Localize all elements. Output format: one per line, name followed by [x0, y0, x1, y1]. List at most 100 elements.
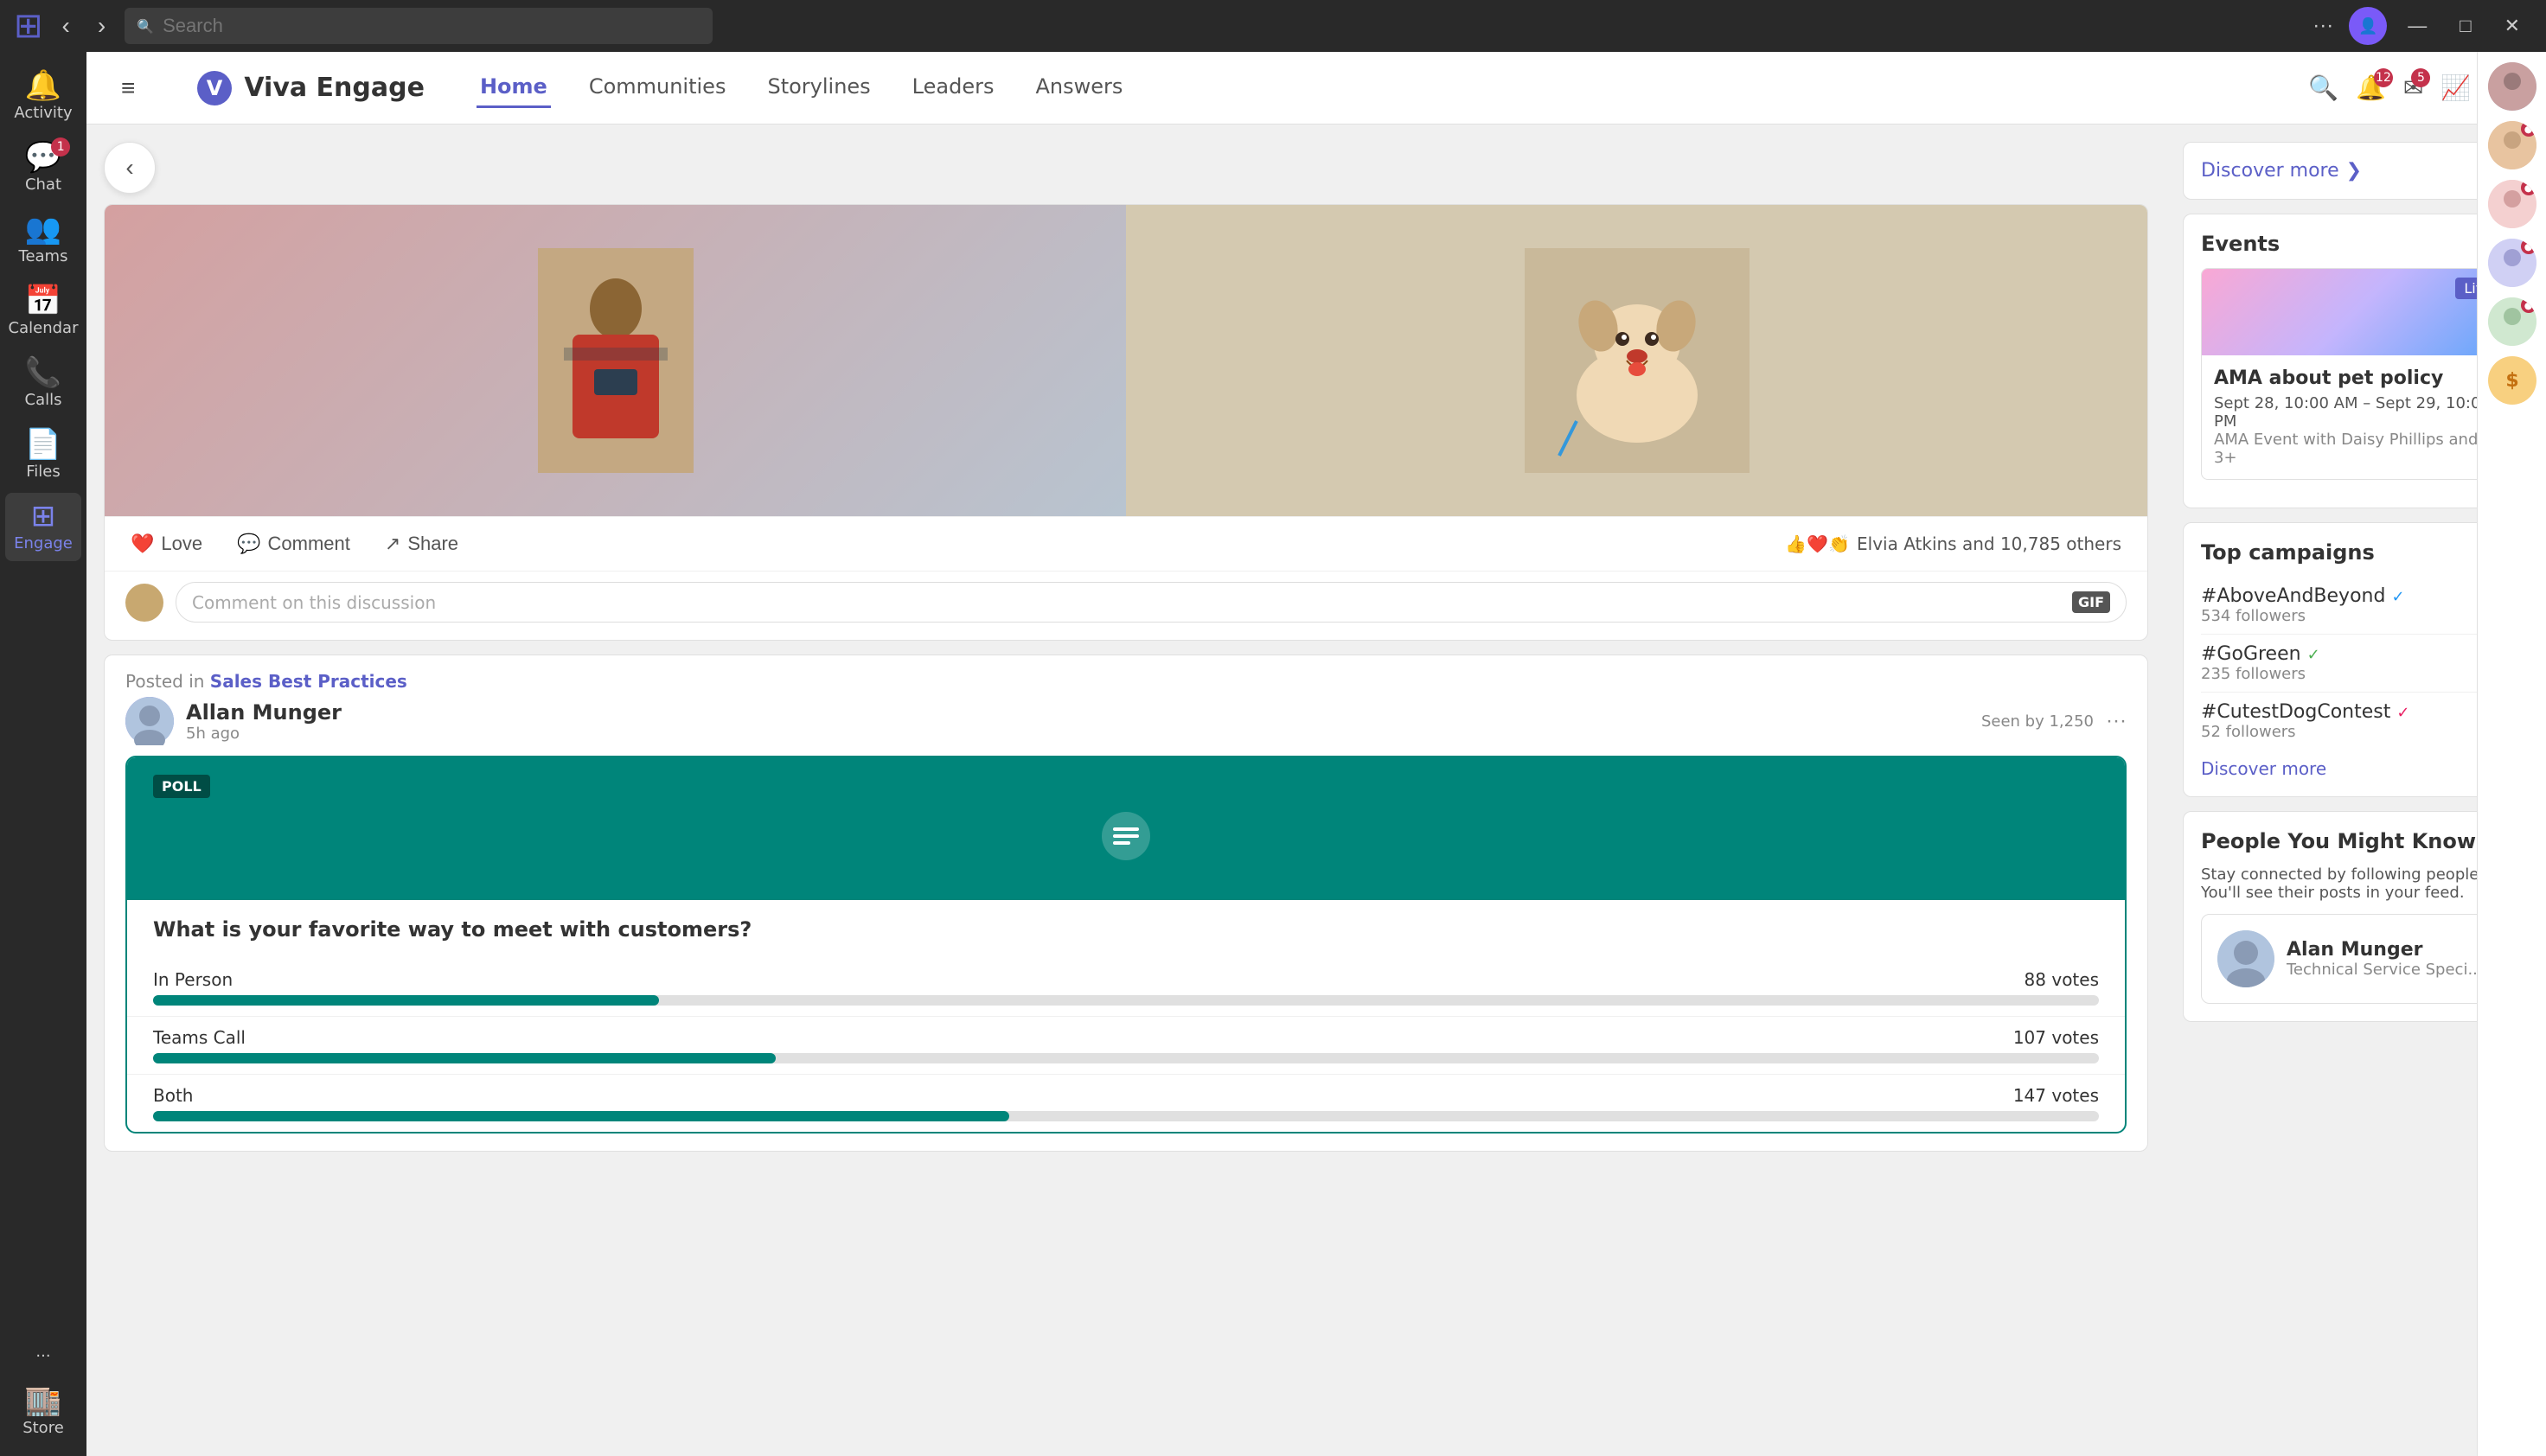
title-right-controls: ··· 👤 — □ ✕ [2306, 7, 2532, 45]
discover-more-row[interactable]: Discover more ❯ [2201, 160, 2511, 182]
post-meta: Posted in Sales Best Practices [105, 655, 2147, 697]
post-card-2: Posted in Sales Best Practices [104, 655, 2148, 1152]
post-author-name: Allan Munger [186, 700, 1969, 725]
back-button[interactable]: ‹ [104, 142, 156, 194]
nav-item-answers[interactable]: Answers [1032, 67, 1126, 108]
search-bar[interactable]: 🔍 [125, 8, 713, 44]
poll-bar-bg-2 [153, 1111, 2099, 1121]
right-avatar-5[interactable]: ● [2488, 297, 2536, 346]
nav-item-storylines[interactable]: Storylines [764, 67, 873, 108]
notification-badge: 12 [2374, 68, 2393, 87]
sidebar-item-files[interactable]: 📄 Files [5, 421, 81, 489]
gif-button[interactable]: GIF [2072, 591, 2110, 613]
verified-pink-icon: ✓ [2396, 704, 2409, 722]
chat-badge: 1 [51, 137, 70, 156]
calendar-icon: 📅 [25, 286, 61, 316]
sidebar-item-engage[interactable]: ⊞ Engage [5, 493, 81, 561]
campaign-name-1: #GoGreen ✓ [2201, 643, 2471, 665]
seen-badge: Seen by 1,250 [1981, 712, 2094, 731]
post-author-row: Allan Munger 5h ago Seen by 1,250 ··· [105, 697, 2147, 756]
right-avatar-4[interactable]: ● [2488, 239, 2536, 287]
topnav-search-icon[interactable]: 🔍 [2308, 73, 2338, 102]
post-image-left [105, 205, 1126, 516]
left-sidebar: 🔔 Activity 💬 1 Chat 👥 Teams 📅 Calendar 📞… [0, 52, 86, 1456]
search-input[interactable] [163, 15, 700, 37]
title-bar: ⊞ ‹ › 🔍 ··· 👤 — □ ✕ [0, 0, 2546, 52]
sidebar-item-chat[interactable]: 💬 1 Chat [5, 134, 81, 202]
poll-header: POLL [127, 757, 2125, 900]
sidebar-item-label: Engage [14, 534, 73, 552]
sidebar-item-calendar[interactable]: 📅 Calendar [5, 278, 81, 346]
avatar-badge-5: ● [2521, 297, 2536, 313]
nav-forward-button[interactable]: › [89, 7, 114, 45]
feed-container: ‹ [86, 125, 2546, 1456]
nav-item-leaders[interactable]: Leaders [909, 67, 998, 108]
right-avatar-1[interactable] [2488, 62, 2536, 111]
avatar-image: 👤 [2358, 17, 2377, 35]
teams-icon: 👥 [25, 214, 61, 244]
post-community-link[interactable]: Sales Best Practices [210, 671, 407, 692]
sidebar-item-teams[interactable]: 👥 Teams [5, 206, 81, 274]
main-area: ≡ V Viva Engage Home Communities Storyli… [86, 52, 2546, 1456]
hamburger-button[interactable]: ≡ [121, 74, 135, 102]
main-nav: Home Communities Storylines Leaders Answ… [477, 67, 1126, 108]
share-button[interactable]: ↗ Share [385, 533, 458, 555]
right-avatar-2[interactable]: ● [2488, 121, 2536, 169]
svg-text:$: $ [2505, 370, 2518, 392]
nav-item-home[interactable]: Home [477, 67, 551, 108]
discover-more-label: Discover more [2201, 160, 2339, 182]
sidebar-store-label: Store [22, 1419, 64, 1437]
person-name: Alan Munger [2287, 939, 2483, 961]
poll-option-1-row: Teams Call 107 votes [153, 1027, 2099, 1048]
sidebar-item-store[interactable]: 🏬 Store [5, 1377, 81, 1446]
campaign-name-2: #CutestDogContest ✓ [2201, 701, 2471, 723]
sidebar-item-label: Calls [25, 391, 62, 409]
right-avatar-6[interactable]: $ [2488, 356, 2536, 405]
titlebar-dots-button[interactable]: ··· [2306, 10, 2340, 42]
poll-option-2: Both 147 votes [127, 1075, 2125, 1132]
reaction-text: Elvia Atkins and 10,785 others [1857, 533, 2121, 554]
image-placeholder-svg [538, 248, 694, 473]
sidebar-item-label: Activity [14, 104, 72, 122]
post-more-button[interactable]: ··· [2106, 709, 2127, 733]
love-button[interactable]: ❤️ Love [131, 533, 202, 555]
event-time: Sept 28, 10:00 AM – Sept 29, 10:00 PM [2214, 394, 2498, 431]
commenter-avatar [125, 584, 163, 622]
sidebar-item-activity[interactable]: 🔔 Activity [5, 62, 81, 131]
poll-option-1: Teams Call 107 votes [127, 1017, 2125, 1075]
sidebar-item-label: Chat [25, 176, 61, 194]
person-job-title: Technical Service Speci... [2287, 961, 2483, 979]
topnav-chart-icon[interactable]: 📈 [2440, 73, 2471, 102]
sidebar-item-calls[interactable]: 📞 Calls [5, 349, 81, 418]
top-nav: ≡ V Viva Engage Home Communities Storyli… [86, 52, 2546, 125]
user-avatar[interactable]: 👤 [2349, 7, 2387, 45]
poll-option-1-votes: 107 votes [2013, 1027, 2099, 1048]
close-button[interactable]: ✕ [2492, 11, 2532, 41]
nav-item-communities[interactable]: Communities [585, 67, 730, 108]
campaign-followers-0: 534 followers [2201, 607, 2471, 625]
nav-back-button[interactable]: ‹ [54, 7, 79, 45]
sidebar-item-label: Files [26, 463, 61, 481]
avatar-badge-4: ● [2521, 239, 2536, 254]
maximize-button[interactable]: □ [2447, 11, 2483, 41]
campaign-item-0: #AboveAndBeyond ✓ 534 followers + [2201, 577, 2511, 635]
comment-row: Comment on this discussion GIF [105, 571, 2147, 640]
reactions: 👍❤️👏 Elvia Atkins and 10,785 others [1785, 533, 2121, 554]
person-avatar-svg [2217, 930, 2274, 987]
topnav-mail-icon[interactable]: ✉ 5 [2403, 73, 2423, 102]
minimize-button[interactable]: — [2396, 11, 2439, 41]
right-avatar-3[interactable]: ● [2488, 180, 2536, 228]
comment-label: Comment [268, 533, 350, 555]
topnav-notification-icon[interactable]: 🔔 12 [2356, 73, 2386, 102]
comment-button[interactable]: 💬 Comment [237, 533, 350, 555]
poll-option-0-row: In Person 88 votes [153, 969, 2099, 990]
event-details: AMA about pet policy Sept 28, 10:00 AM –… [2202, 355, 2510, 479]
sidebar-item-more[interactable]: ··· [5, 1338, 81, 1374]
love-label: Love [161, 533, 202, 555]
avatar-badge-2: ● [2521, 121, 2536, 137]
heart-icon: ❤️ [131, 533, 154, 555]
campaigns-discover-link[interactable]: Discover more [2201, 758, 2326, 779]
post-author-avatar [125, 697, 174, 745]
comment-input[interactable]: Comment on this discussion GIF [176, 582, 2127, 623]
poll-container: POLL What is your favorite way to [125, 756, 2127, 1134]
